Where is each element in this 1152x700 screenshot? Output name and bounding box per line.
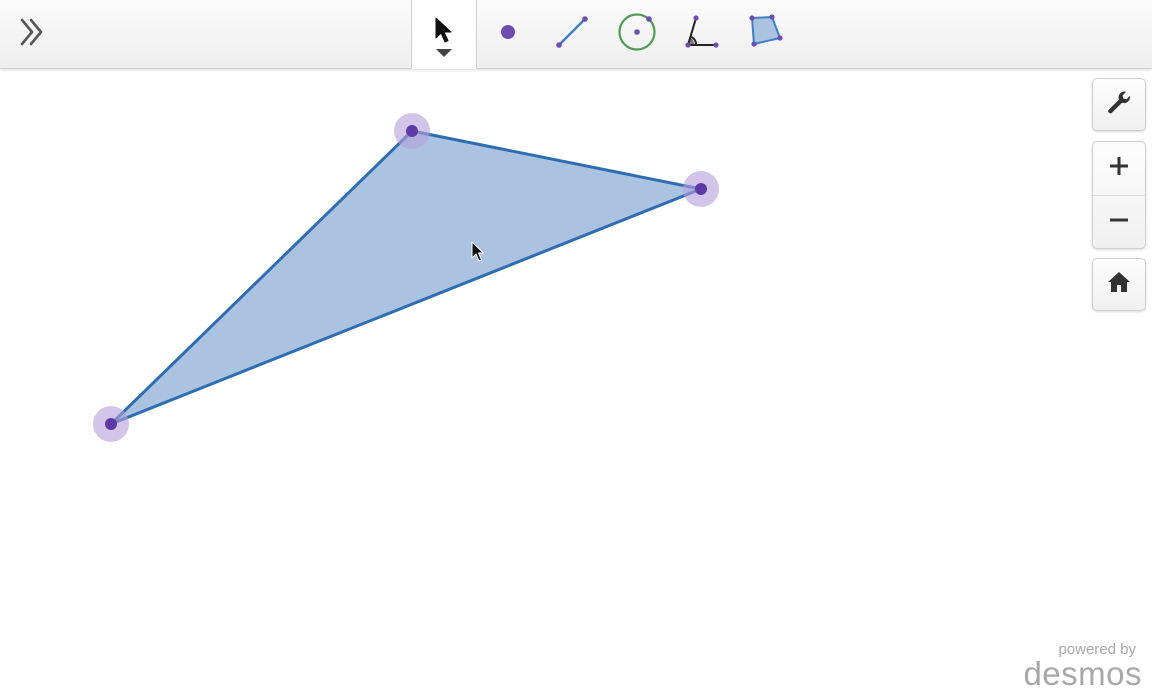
segment-tool-button[interactable] — [540, 0, 604, 68]
zoom-controls — [1092, 141, 1146, 249]
segment-icon — [554, 14, 590, 55]
vertex-point-a[interactable] — [93, 406, 129, 442]
chevron-down-icon[interactable] — [436, 45, 452, 63]
desmos-branding: powered by desmos — [1023, 642, 1142, 692]
point-tool-button[interactable] — [476, 0, 540, 68]
minus-icon — [1109, 210, 1129, 235]
zoom-in-button[interactable] — [1093, 142, 1145, 195]
wrench-icon — [1106, 89, 1132, 120]
default-viewport-button[interactable] — [1092, 258, 1146, 311]
vertex-point-c[interactable] — [683, 171, 719, 207]
plus-icon — [1109, 156, 1129, 181]
geometry-toolbar — [0, 0, 1152, 69]
settings-button[interactable] — [1092, 78, 1146, 131]
home-icon — [1107, 271, 1131, 298]
double-chevron-right-icon — [18, 17, 46, 52]
circle-tool-button[interactable] — [605, 0, 669, 68]
triangle-polygon[interactable] — [111, 131, 701, 424]
polygon-icon — [746, 12, 786, 57]
angle-icon — [682, 13, 720, 56]
angle-tool-button[interactable] — [669, 0, 733, 68]
expand-panel-button[interactable] — [12, 14, 52, 54]
circle-icon — [617, 12, 657, 57]
vertex-point-b[interactable] — [394, 113, 430, 149]
select-tool-button[interactable] — [411, 0, 477, 69]
desmos-logo-text: desmos — [1023, 655, 1142, 692]
point-icon — [498, 22, 518, 47]
polygon-tool-button[interactable] — [734, 0, 798, 68]
geometry-canvas[interactable] — [0, 69, 1080, 700]
zoom-out-button[interactable] — [1093, 196, 1145, 249]
